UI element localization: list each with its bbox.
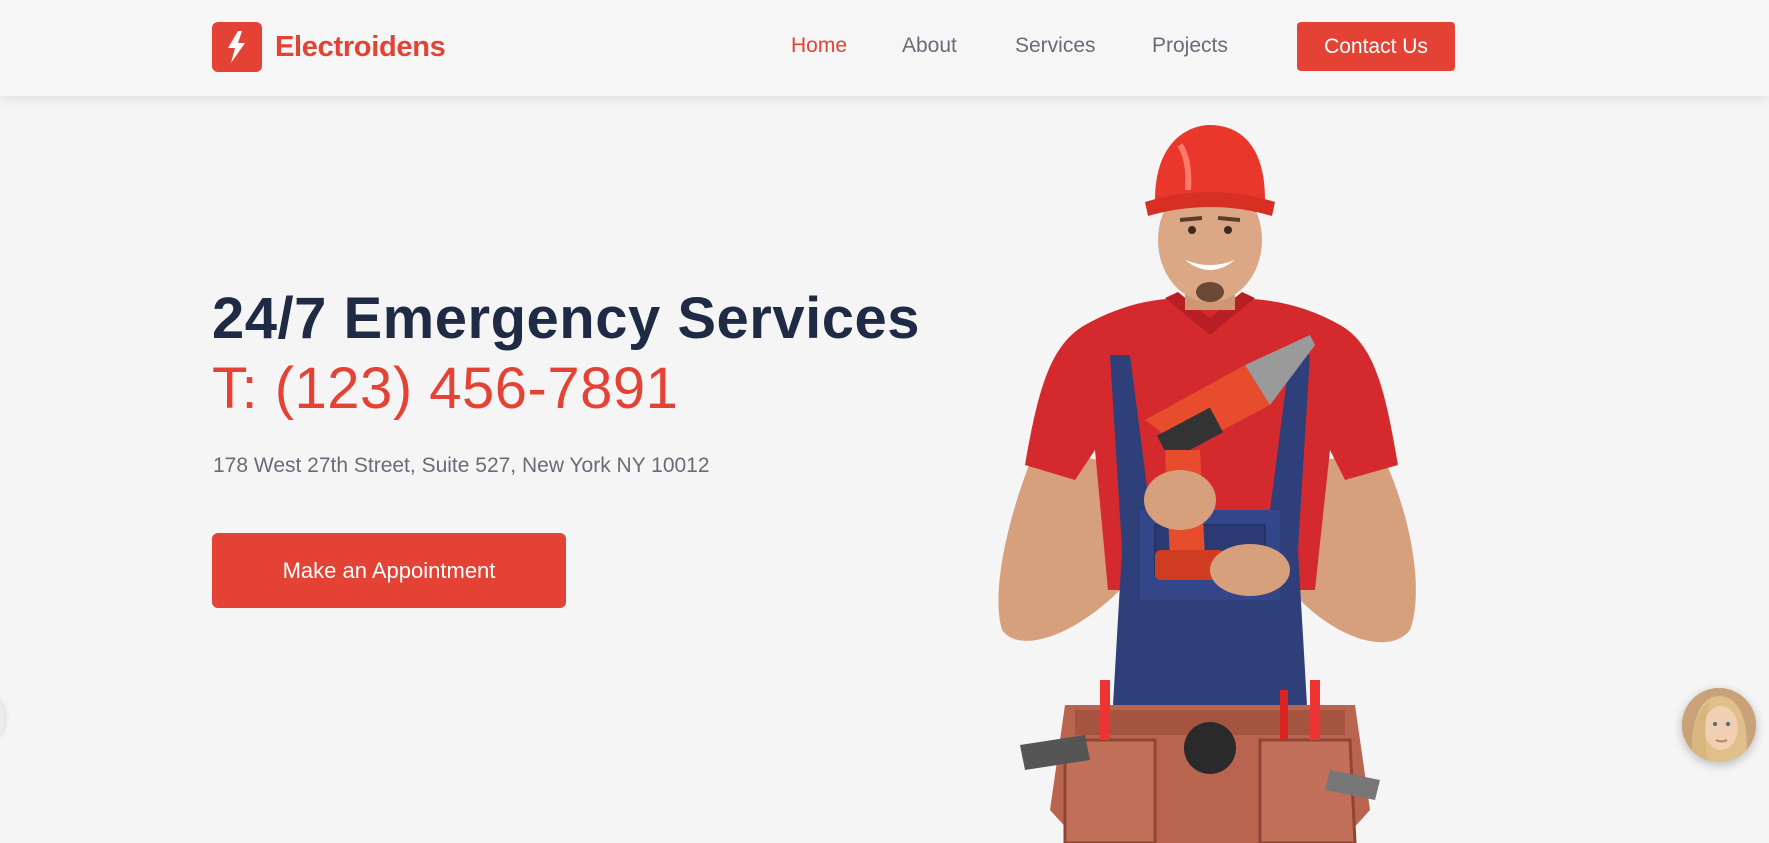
side-tab[interactable]	[0, 696, 4, 740]
brand-name: Electroidens	[275, 30, 446, 63]
page: Electroidens Home About Services Project…	[0, 0, 1769, 843]
brand-logo[interactable]: Electroidens	[212, 22, 446, 72]
site-header: Electroidens Home About Services Project…	[0, 0, 1769, 96]
hero-address: 178 West 27th Street, Suite 527, New Yor…	[213, 454, 710, 477]
make-appointment-button[interactable]: Make an Appointment	[212, 533, 566, 608]
lightning-bolt-icon	[212, 22, 262, 72]
support-agent-avatar[interactable]	[1682, 688, 1756, 762]
nav-home[interactable]: Home	[791, 34, 847, 58]
hero-title: 24/7 Emergency Services	[212, 286, 920, 351]
nav-about[interactable]: About	[902, 34, 957, 58]
electrician-worker-image	[998, 125, 1416, 843]
nav-services[interactable]: Services	[1015, 34, 1096, 58]
hero-phone: T: (123) 456-7891	[212, 356, 679, 421]
contact-us-button[interactable]: Contact Us	[1297, 22, 1455, 71]
nav-projects[interactable]: Projects	[1152, 34, 1228, 58]
